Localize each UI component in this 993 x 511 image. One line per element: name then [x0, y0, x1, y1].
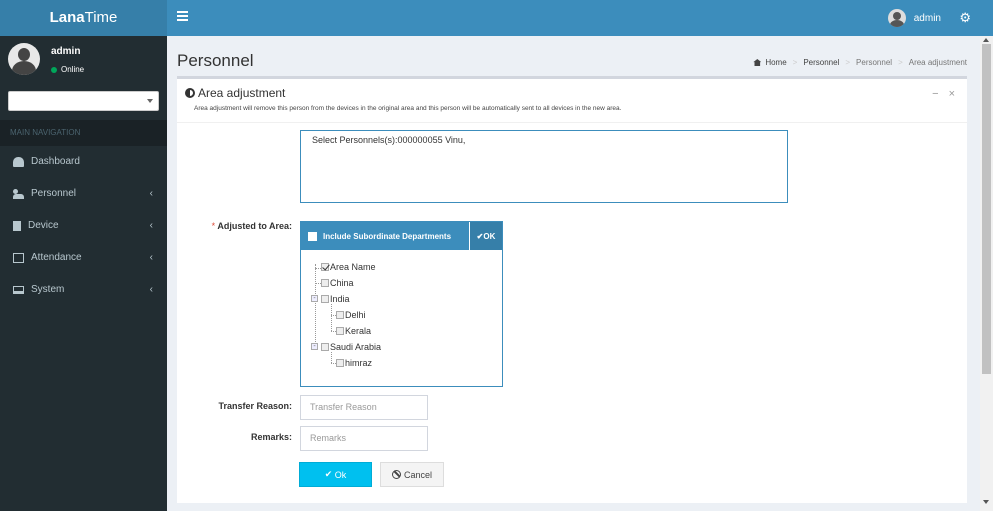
scrollbar[interactable]: [980, 36, 993, 511]
sidebar-item-dashboard[interactable]: Dashboard: [0, 146, 167, 178]
attendance-icon: [13, 253, 24, 263]
app-logo[interactable]: LanaTime: [0, 0, 167, 36]
gears-icon[interactable]: ⚙: [959, 10, 971, 26]
selected-personnel-textarea[interactable]: Select Personnels(s):000000055 Vinu,: [300, 130, 788, 203]
laptop-icon: [13, 286, 24, 294]
avatar: [8, 43, 40, 75]
user-status: Online: [51, 65, 84, 74]
remarks-input[interactable]: Remarks: [300, 426, 428, 451]
collapse-node-icon[interactable]: -: [311, 295, 318, 302]
breadcrumb-personnel[interactable]: Personnel: [803, 58, 839, 67]
tree-line: [315, 264, 316, 346]
checkbox-checked-icon[interactable]: [321, 263, 329, 271]
top-navbar: admin ⚙: [167, 0, 993, 36]
user-panel: admin Online: [0, 36, 167, 86]
sidebar-user-name: admin: [51, 46, 81, 57]
user-menu[interactable]: admin: [887, 8, 941, 28]
nav-menu: Dashboard Personnel ‹ Device ‹ Attendanc…: [0, 146, 167, 306]
check-icon: ✔: [324, 469, 335, 479]
checkbox-icon[interactable]: [321, 279, 329, 287]
adjust-icon: [185, 88, 195, 98]
scroll-down-icon[interactable]: [983, 500, 989, 504]
tree-node-saudi-arabia[interactable]: Saudi Arabia: [321, 342, 381, 352]
online-dot-icon: [51, 66, 57, 73]
breadcrumb-current: Area adjustment: [908, 58, 967, 67]
dashboard-icon: [13, 157, 24, 167]
home-icon: [753, 59, 762, 66]
box-description: Area adjustment will remove this person …: [194, 105, 622, 112]
sidebar-item-personnel[interactable]: Personnel ‹: [0, 178, 167, 210]
collapse-icon[interactable]: −: [932, 88, 938, 100]
sidebar-item-system[interactable]: System ‹: [0, 274, 167, 306]
sidebar-item-device[interactable]: Device ‹: [0, 210, 167, 242]
transfer-reason-input[interactable]: Transfer Reason: [300, 395, 428, 420]
box-title: Area adjustment: [185, 86, 285, 100]
breadcrumb-home[interactable]: Home: [765, 58, 786, 67]
scroll-up-icon[interactable]: [983, 38, 989, 42]
ban-icon: [391, 470, 401, 479]
sidebar: admin Online MAIN NAVIGATION Dashboard P…: [0, 36, 167, 511]
tree-node-delhi[interactable]: Delhi: [336, 310, 366, 320]
breadcrumb-personnel-sub[interactable]: Personnel: [856, 58, 892, 67]
sidebar-toggle-icon[interactable]: [177, 11, 188, 25]
checkbox-icon[interactable]: [336, 327, 344, 335]
transfer-reason-label: Transfer Reason:: [218, 401, 292, 411]
header-user-name: admin: [913, 12, 941, 24]
include-subordinate-checkbox[interactable]: [308, 231, 317, 241]
chevron-left-icon: ‹: [149, 188, 153, 199]
tree-node-china[interactable]: China: [321, 278, 354, 288]
checkbox-icon[interactable]: [336, 359, 344, 367]
chevron-left-icon: ‹: [149, 284, 153, 295]
ok-button[interactable]: ✔ Ok: [299, 462, 372, 487]
content-header: Personnel Home > Personnel > Personnel >…: [167, 36, 980, 76]
tree-node-kerala[interactable]: Kerala: [336, 326, 371, 336]
device-icon: [13, 221, 21, 231]
sidebar-search-select[interactable]: [8, 91, 159, 111]
tree-node-india[interactable]: India: [321, 294, 350, 304]
tree-ok-button[interactable]: ✔ OK: [469, 222, 502, 250]
box-tools: − ×: [932, 88, 955, 100]
collapse-node-icon[interactable]: -: [311, 343, 318, 350]
divider: [177, 122, 967, 123]
cancel-button[interactable]: Cancel: [380, 462, 444, 487]
users-icon: [13, 189, 24, 199]
caret-down-icon: [147, 99, 153, 103]
tree-header: Include Subordinate Departments ✔ OK: [301, 222, 502, 250]
checkbox-icon[interactable]: [336, 311, 344, 319]
chevron-left-icon: ‹: [149, 252, 153, 263]
area-label: * Adjusted to Area:: [211, 221, 292, 231]
tree-line: [331, 304, 332, 331]
tree-node-himraz[interactable]: himraz: [336, 358, 372, 368]
sidebar-item-attendance[interactable]: Attendance ‹: [0, 242, 167, 274]
remarks-label: Remarks:: [250, 432, 292, 442]
user-avatar-icon: [887, 9, 906, 27]
scroll-thumb[interactable]: [982, 44, 991, 374]
close-icon[interactable]: ×: [949, 88, 955, 100]
tree-node-area-name[interactable]: Area Name: [321, 262, 376, 272]
checkbox-icon[interactable]: [321, 295, 329, 303]
breadcrumb: Home > Personnel > Personnel > Area adju…: [753, 58, 967, 67]
page-title: Personnel: [177, 51, 254, 70]
nav-header: MAIN NAVIGATION: [0, 120, 167, 146]
chevron-left-icon: ‹: [149, 220, 153, 231]
checkbox-icon[interactable]: [321, 343, 329, 351]
tree-line: [331, 352, 332, 363]
